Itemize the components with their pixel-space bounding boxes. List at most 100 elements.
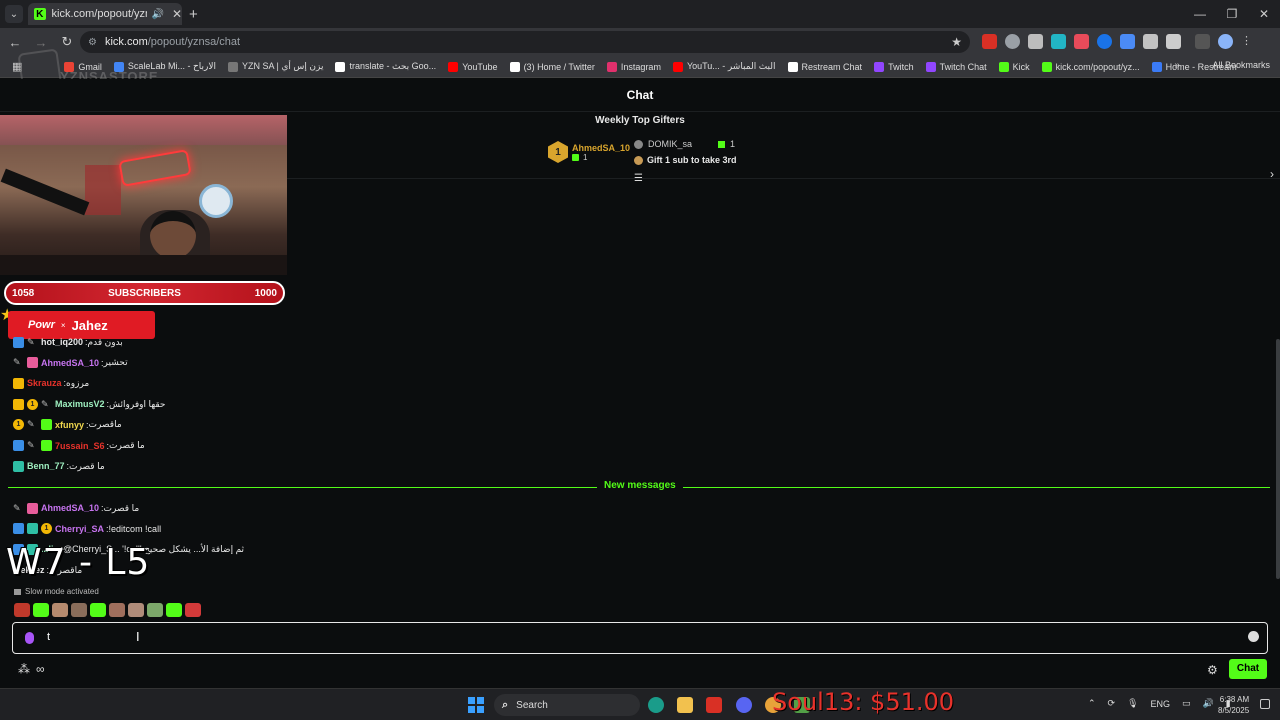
file-explorer-icon[interactable]: [677, 697, 693, 713]
top-gifter-1[interactable]: 1 AhmedSA_10 1: [548, 141, 630, 163]
vip-badge-icon[interactable]: [13, 336, 24, 348]
emote-3-icon[interactable]: [52, 603, 68, 617]
infinity-icon[interactable]: ∞: [36, 662, 45, 676]
reading-list-icon[interactable]: [1195, 34, 1210, 49]
gifter-badge-icon[interactable]: 1: [41, 523, 52, 535]
chat-username[interactable]: AhmedSA_10: [41, 358, 99, 368]
emote-7-icon[interactable]: [128, 603, 144, 617]
chat-username[interactable]: AhmedSA_10: [41, 503, 99, 513]
emoji-picker-icon[interactable]: [1248, 631, 1259, 642]
tray-chevron-icon[interactable]: ⌃: [1088, 698, 1096, 709]
chat-message[interactable]: 1 ✎ xfunyy: ماقصرت: [13, 417, 122, 433]
tab-search-button[interactable]: ⌄: [5, 5, 23, 23]
profile-avatar-icon[interactable]: [1218, 34, 1233, 49]
sub-gift-badge-icon[interactable]: [41, 419, 52, 431]
discord-icon[interactable]: [736, 697, 752, 713]
close-tab-icon[interactable]: ✕: [172, 7, 182, 21]
extension-glasses-icon[interactable]: [1143, 34, 1158, 49]
vip-badge-icon[interactable]: [13, 440, 24, 451]
emote-2-icon[interactable]: [33, 603, 49, 617]
emote-1-icon[interactable]: [14, 603, 30, 617]
edge-icon[interactable]: [648, 697, 664, 713]
forward-arrow-icon[interactable]: →: [30, 35, 52, 50]
bookmark-item[interactable]: Kick: [998, 61, 1030, 72]
chat-scrollbar[interactable]: [1276, 339, 1280, 579]
extension-wave-icon[interactable]: [1120, 34, 1135, 49]
chat-username[interactable]: 7ussain_S6: [55, 441, 105, 451]
kebab-menu-icon[interactable]: ⋮: [1241, 34, 1256, 49]
all-bookmarks-folder[interactable]: All Bookmarks: [1212, 60, 1270, 70]
pen-badge-icon[interactable]: ✎: [13, 503, 24, 514]
red-app-icon[interactable]: [706, 697, 722, 713]
pen-badge-icon[interactable]: ✎: [27, 440, 38, 451]
og-badge-icon[interactable]: [27, 523, 38, 535]
emote-10-icon[interactable]: [185, 603, 201, 617]
bookmark-item[interactable]: Twitch: [874, 61, 914, 72]
pen-badge-icon[interactable]: ✎: [41, 399, 52, 410]
back-arrow-icon[interactable]: ←: [4, 35, 26, 50]
bookmark-item[interactable]: (3) Home / Twitter: [509, 61, 595, 72]
bookmark-item[interactable]: YZN SA | يزن إس أي: [228, 61, 323, 72]
bookmark-item[interactable]: YouTube: [448, 61, 498, 72]
bookmark-item[interactable]: Twitch Chat: [925, 61, 987, 72]
extension-red-icon[interactable]: [982, 34, 997, 49]
vip-badge-icon[interactable]: [13, 523, 24, 535]
og-badge-icon[interactable]: [13, 460, 24, 472]
chat-username[interactable]: Benn_77: [27, 461, 65, 471]
microphone-icon[interactable]: [25, 632, 34, 644]
bookmark-item[interactable]: kick.com/popout/yz...: [1041, 61, 1140, 72]
chat-message[interactable]: Benn_77: ما قصرت: [13, 458, 105, 474]
chat-message[interactable]: ✎ AhmedSA_10: ما قصرت: [13, 500, 139, 516]
community-icon[interactable]: ⁂: [18, 662, 30, 676]
tab-kick-chat[interactable]: K kick.com/popout/yznsa/chat 🔊 ✕: [28, 3, 182, 25]
chat-username[interactable]: Cherryi_SA: [55, 524, 104, 534]
crown-badge-icon[interactable]: [13, 377, 24, 389]
gifter-badge-icon[interactable]: 1: [13, 419, 24, 431]
gift-cta-row[interactable]: Gift 1 sub to take 3rd: [634, 155, 737, 165]
crown-badge-icon[interactable]: [13, 398, 24, 410]
sub-gift-badge-icon[interactable]: [41, 440, 52, 451]
site-info-icon[interactable]: ⚙: [88, 37, 97, 48]
emote-9-icon[interactable]: [166, 603, 182, 617]
bookmark-item[interactable]: Instagram: [606, 61, 661, 72]
chat-settings-gear-icon[interactable]: ⚙: [1207, 663, 1218, 677]
chat-username[interactable]: hot_iq200: [41, 337, 83, 347]
minimize-icon[interactable]: —: [1184, 0, 1216, 28]
sync-icon[interactable]: ⟳: [1108, 698, 1116, 709]
new-tab-button[interactable]: +: [189, 6, 198, 23]
windows-start-icon[interactable]: [468, 697, 484, 713]
bookmark-item[interactable]: YouTu... - البث المباشر: [672, 61, 776, 72]
speaker-icon[interactable]: 🔊: [151, 9, 163, 20]
next-chevron-icon[interactable]: ›: [1270, 167, 1274, 181]
extension-gray-icon[interactable]: [1028, 34, 1043, 49]
chat-username[interactable]: Skrauza: [27, 378, 62, 388]
chat-message[interactable]: 1 Cherryi_SA: !editcom !call: [13, 521, 161, 537]
emote-8-icon[interactable]: [147, 603, 163, 617]
close-window-icon[interactable]: ✕: [1248, 0, 1280, 28]
chat-username[interactable]: MaximusV2: [55, 399, 105, 409]
extensions-puzzle-icon[interactable]: [1166, 34, 1181, 49]
tray-lang[interactable]: ENG: [1151, 699, 1171, 709]
address-input[interactable]: ⚙ kick.com/popout/yznsa/chat ★: [80, 31, 970, 53]
send-chat-button[interactable]: Chat: [1229, 659, 1267, 679]
taskbar-clock[interactable]: 6:38 AM 8/5/2025: [1218, 694, 1249, 716]
pen-badge-icon[interactable]: ✎: [27, 337, 38, 348]
chat-message[interactable]: ✎ 7ussain_S6: ما قصرت: [13, 438, 145, 454]
chat-message[interactable]: 1 ✎ MaximusV2: حقها اوفروائش: [13, 396, 166, 412]
reload-icon[interactable]: ↻: [56, 34, 78, 50]
volume-icon[interactable]: 🔊: [1203, 698, 1214, 709]
pen-badge-icon[interactable]: ✎: [13, 357, 24, 368]
bookmark-star-icon[interactable]: ★: [951, 35, 962, 49]
extension-blue-icon[interactable]: [1097, 34, 1112, 49]
extension-pink-icon[interactable]: [1074, 34, 1089, 49]
emote-4-icon[interactable]: [71, 603, 87, 617]
network-icon[interactable]: ▭: [1182, 698, 1191, 709]
chat-username[interactable]: xfunyy: [55, 420, 84, 430]
chat-message[interactable]: ✎ hot_iq200: بدون قدم: [13, 334, 123, 350]
emote-5-icon[interactable]: [90, 603, 106, 617]
chat-message-input[interactable]: t: [12, 622, 1268, 654]
chat-message[interactable]: Skrauza: مرزوه: [13, 375, 89, 391]
more-bookmarks-chevron-icon[interactable]: »: [1174, 60, 1180, 71]
taskbar-search[interactable]: ⌕ Search: [494, 694, 640, 716]
expand-gifters-icon[interactable]: ☰: [634, 173, 643, 184]
